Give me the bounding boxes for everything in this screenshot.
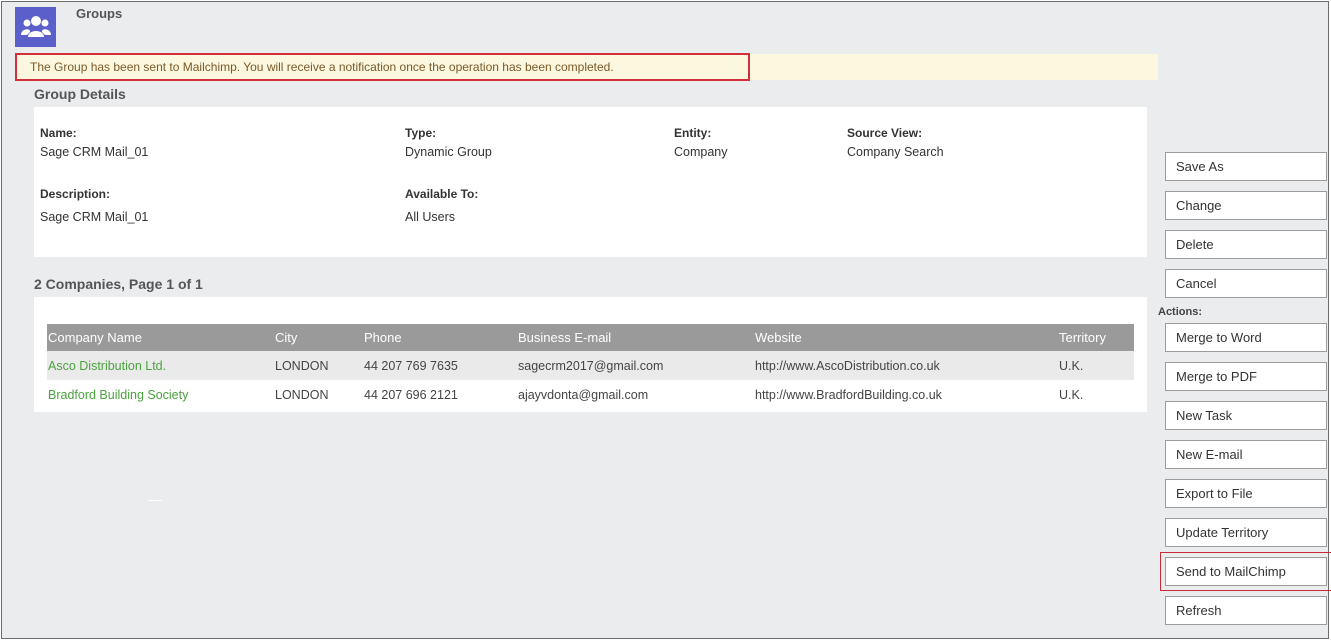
website-cell: http://www.BradfordBuilding.co.uk [755,387,942,402]
entity-value: Company [674,145,728,159]
column-header-phone[interactable]: Phone [363,324,517,351]
notification-text: The Group has been sent to Mailchimp. Yo… [30,60,614,74]
companies-panel: Company Name City Phone Business E-mail … [34,297,1147,412]
update-territory-button[interactable]: Update Territory [1165,518,1327,547]
company-link[interactable]: Asco Distribution Ltd. [48,359,166,373]
actions-label: Actions: [1158,306,1202,318]
company-name-cell: Asco Distribution Ltd. [47,351,274,380]
column-header-city[interactable]: City [274,324,363,351]
table-row: Asco Distribution Ltd. LONDON 44 207 769… [47,351,1134,380]
merge-to-pdf-button[interactable]: Merge to PDF [1165,362,1327,391]
notification-banner: The Group has been sent to Mailchimp. Yo… [15,53,1158,81]
companies-table: Company Name City Phone Business E-mail … [47,324,1134,409]
source-view-label: Source View: [847,126,923,140]
source-view-value: Company Search [847,145,944,159]
name-value: Sage CRM Mail_01 [40,145,149,159]
territory-cell: U.K. [1059,387,1084,402]
territory-cell: U.K. [1058,351,1134,380]
table-header-row: Company Name City Phone Business E-mail … [47,324,1134,351]
group-details-panel: Name: Sage CRM Mail_01 Type: Dynamic Gro… [34,107,1147,257]
change-button[interactable]: Change [1165,191,1327,220]
type-label: Type: [405,126,437,140]
description-value: Sage CRM Mail_01 [40,210,149,224]
phone-cell: 44 207 696 2121 [364,387,458,402]
column-header-company-name[interactable]: Company Name [47,324,274,351]
email-cell: sagecrm2017@gmail.com [517,351,754,380]
groups-icon [15,7,56,47]
divider [148,500,162,501]
send-to-mailchimp-button[interactable]: Send to MailChimp [1160,552,1331,591]
delete-button[interactable]: Delete [1165,230,1327,259]
companies-list-title: 2 Companies, Page 1 of 1 [34,276,203,292]
website-cell: http://www.AscoDistribution.co.uk [754,351,1058,380]
page-title: Groups [76,6,123,21]
description-label: Description: [40,187,111,201]
column-header-territory[interactable]: Territory [1058,324,1134,351]
export-to-file-button[interactable]: Export to File [1165,479,1327,508]
city-cell: LONDON [274,351,363,380]
company-name-cell: Bradford Building Society [47,380,274,409]
available-to-label: Available To: [405,187,479,201]
column-header-website[interactable]: Website [754,324,1058,351]
merge-to-word-button[interactable]: Merge to Word [1165,323,1327,352]
table-row: Bradford Building Society LONDON 44 207 … [47,380,1134,409]
save-as-button[interactable]: Save As [1165,152,1327,181]
city-cell: LONDON [275,387,329,402]
refresh-button[interactable]: Refresh [1165,596,1327,625]
page-frame: Groups The Group has been sent to Mailch… [1,1,1331,639]
new-task-button[interactable]: New Task [1165,401,1327,430]
company-link[interactable]: Bradford Building Society [48,388,188,402]
phone-cell: 44 207 769 7635 [363,351,517,380]
email-cell: ajayvdonta@gmail.com [518,387,649,402]
group-details-title: Group Details [34,86,126,102]
name-label: Name: [40,126,77,140]
column-header-business-email[interactable]: Business E-mail [517,324,754,351]
available-to-value: All Users [405,210,456,224]
new-email-button[interactable]: New E-mail [1165,440,1327,469]
type-value: Dynamic Group [405,145,492,159]
entity-label: Entity: [674,126,712,140]
cancel-button[interactable]: Cancel [1165,269,1327,298]
